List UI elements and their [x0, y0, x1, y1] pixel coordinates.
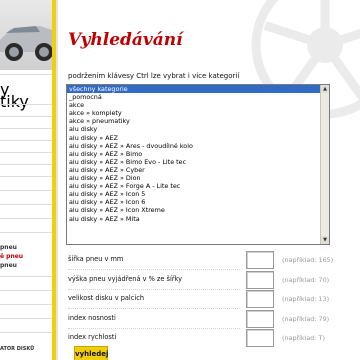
sidebar-bottom: ATOR DISKŮ — [0, 342, 52, 360]
field-example: (například: 70) — [282, 275, 330, 284]
sidebar-link[interactable]: tiky — [0, 92, 52, 111]
category-option[interactable]: alu disky » AEZ » Icon 5 — [67, 190, 321, 198]
car-image — [0, 0, 52, 70]
scroll-up-arrow-icon[interactable]: ▲ — [321, 85, 329, 93]
sidebar-link-pneu[interactable]: pneu — [0, 262, 17, 269]
category-option[interactable]: alu disky — [67, 125, 321, 133]
category-option[interactable]: alu disky » AEZ » Bimo Evo - Lite tec — [67, 158, 321, 166]
field-input[interactable] — [246, 290, 274, 308]
category-option[interactable]: alu disky » AEZ » Icon Xtreme — [67, 206, 321, 214]
category-option[interactable]: akce » pneumatiky — [67, 117, 321, 125]
scroll-down-arrow-icon[interactable]: ▼ — [321, 236, 329, 244]
form-row: velikost disku v palcích (například: 13) — [68, 290, 358, 308]
category-option[interactable]: akce » komplety — [67, 109, 321, 117]
field-example: (například: T) — [282, 334, 325, 342]
listbox-scrollbar[interactable]: ▲ ▼ — [320, 85, 329, 244]
field-input[interactable] — [246, 270, 274, 289]
main-content: Vyhledávání podržením klávesy Ctrl lze v… — [58, 0, 360, 360]
field-input[interactable] — [246, 251, 274, 269]
field-input[interactable] — [246, 329, 274, 347]
field-label: index nosnosti — [68, 313, 116, 322]
sidebar-link-pneu[interactable]: ě pneu — [0, 253, 23, 260]
category-option[interactable]: alu disky » AEZ — [67, 134, 321, 142]
sidebar-bottom-label[interactable]: ATOR DISKŮ — [0, 346, 34, 352]
category-option[interactable]: alu disky » AEZ » Cyber — [67, 166, 321, 174]
category-option[interactable]: alu disky » AEZ » Forge A - Lite tec — [67, 182, 321, 190]
left-sidebar: y tiky pneu ě pneu pneu ATOR DISKŮ — [0, 0, 52, 360]
form-row: index nosnosti (například: 79) — [68, 309, 358, 328]
category-option[interactable]: akce — [67, 101, 321, 109]
field-example: (například: 79) — [282, 314, 330, 323]
field-label: velikost disku v palcích — [68, 294, 145, 302]
field-example: (například: 165) — [282, 256, 334, 264]
category-option[interactable]: alu disky » AEZ » Mita — [67, 215, 321, 223]
page-title: Vyhledávání — [68, 30, 183, 50]
category-option[interactable]: alu disky » AEZ » Ares - dvoudílné kolo — [67, 142, 321, 150]
category-option[interactable]: alu disky » AEZ » Icon 6 — [67, 198, 321, 206]
category-option[interactable]: alu disky » AEZ » Bimo — [67, 150, 321, 158]
form-row: index rychlosti (například: T) — [68, 329, 358, 347]
category-option[interactable]: alu disky » AEZ » Dion — [67, 174, 321, 182]
multi-select-hint: podržením klávesy Ctrl lze vybrat i více… — [68, 72, 240, 80]
category-select[interactable]: všechny kategorie _pomocná akce akce » komp… — [66, 84, 330, 245]
search-button[interactable]: vyhledej — [74, 346, 108, 360]
field-label: šířka pneu v mm — [68, 255, 124, 263]
category-option[interactable]: _pomocná — [67, 93, 321, 101]
form-row: šířka pneu v mm (například: 165) — [68, 251, 358, 269]
field-input[interactable] — [246, 309, 274, 328]
sidebar-link-pneu[interactable]: pneu — [0, 244, 17, 251]
form-row: výška pneu vyjádřená v % ze šířky (napřík… — [68, 270, 358, 289]
field-example: (například: 13) — [282, 295, 330, 303]
category-option[interactable]: všechny kategorie — [67, 85, 321, 94]
field-label: index rychlosti — [68, 333, 117, 341]
field-label: výška pneu vyjádřená v % ze šířky — [68, 274, 183, 283]
